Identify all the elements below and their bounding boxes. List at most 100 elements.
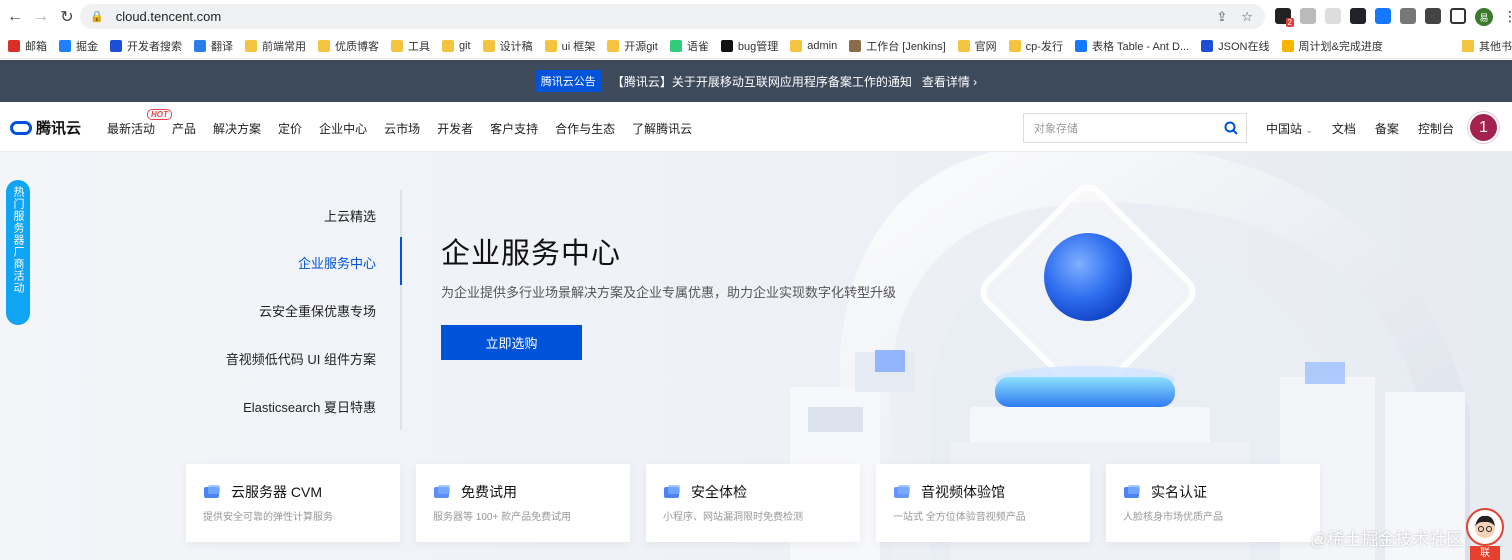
announcement-banner[interactable]: 腾讯云公告 【腾讯云】关于开展移动互联网应用程序备案工作的通知 查看详情 ›: [0, 60, 1512, 102]
bookmark-icon: [720, 39, 733, 52]
bookmark-item[interactable]: 开源git: [607, 38, 658, 54]
search-icon[interactable]: [1216, 121, 1246, 135]
tab-cloud-picks[interactable]: 上云精选: [324, 206, 376, 225]
card-title: 实名认证: [1151, 484, 1207, 500]
nav-menu-item[interactable]: 了解腾讯云: [632, 120, 692, 137]
bookmark-item[interactable]: 掘金: [59, 38, 98, 54]
buy-now-button[interactable]: 立即选购: [441, 325, 582, 360]
kebab-menu-icon[interactable]: ⋮: [1502, 8, 1512, 24]
bookmark-icon: [391, 39, 403, 52]
lock-icon: 🔒: [90, 11, 104, 23]
gift-icon: [433, 485, 451, 500]
tab-elasticsearch[interactable]: Elasticsearch 夏日特惠: [243, 397, 376, 416]
puzzle-icon[interactable]: [1425, 8, 1441, 24]
nav-menu-item[interactable]: 解决方案: [213, 120, 261, 137]
bookmark-item[interactable]: 前端常用: [245, 38, 306, 54]
bookmark-icon: [1008, 39, 1021, 52]
hot-vendor-activity-float[interactable]: 热门服务器厂商活动: [6, 180, 30, 325]
bookmark-item[interactable]: 邮箱: [8, 38, 47, 54]
tab-cloud-security[interactable]: 云安全重保优惠专场: [259, 301, 376, 320]
forward-button[interactable]: →: [28, 4, 54, 30]
browser-toolbar: ← → ↻ 🔒 cloud.tencent.com ⇪ ☆ 2 易 ⋮: [0, 0, 1512, 33]
bookmark-item[interactable]: cp-发行: [1008, 38, 1063, 54]
bookmark-item[interactable]: 工作台 [Jenkins]: [849, 38, 946, 54]
main-menu: 最新活动 HOT 产品 解决方案 定价 企业中心 云市场 开发者 客户支持 合作与生态 了解腾讯云: [107, 109, 709, 137]
tab-enterprise-service-center[interactable]: 企业服务中心: [298, 253, 376, 272]
nav-menu-label: 定价: [278, 122, 303, 136]
bookmark-item[interactable]: 语雀: [669, 38, 709, 54]
bookmark-item[interactable]: admin: [790, 39, 837, 52]
bookmark-item[interactable]: 表格 Table - Ant D...: [1074, 38, 1189, 54]
tab-av-low-code[interactable]: 音视频低代码 UI 组件方案: [226, 349, 376, 368]
bookmark-item[interactable]: 设计稿: [482, 38, 533, 54]
bookmark-label: 设计稿: [499, 40, 533, 53]
qr-icon[interactable]: [1400, 8, 1416, 24]
nav-menu-item[interactable]: 定价: [278, 120, 302, 137]
docs-link[interactable]: 文档: [1332, 120, 1356, 137]
other-bookmarks[interactable]: 其他书: [1456, 33, 1512, 58]
chat-widget[interactable]: 联: [1466, 508, 1506, 560]
search-input[interactable]: 对象存储: [1034, 120, 1216, 136]
bookmark-item[interactable]: 开发者搜索: [110, 38, 182, 54]
quick-entry-cards: 云服务器 CVM 提供安全可靠的弹性计算服务 免费试用 服务器等 100+ 款产品免费…: [186, 464, 1320, 542]
hero-title: 企业服务中心: [441, 238, 622, 270]
bookmark-item[interactable]: 周计划&完成进度: [1281, 38, 1383, 54]
cloud-logo-icon: [10, 120, 32, 135]
tencent-cloud-logo[interactable]: 腾讯云: [10, 117, 81, 138]
reload-button[interactable]: ↻: [54, 4, 80, 30]
sidebar-icon[interactable]: [1450, 8, 1466, 24]
nav-menu-label: 云市场: [384, 122, 421, 136]
nav-menu-item[interactable]: 开发者: [437, 120, 473, 137]
bookmark-item[interactable]: 优质博客: [318, 38, 379, 54]
bookmark-item[interactable]: 官网: [957, 38, 997, 54]
bookmark-label: 语雀: [686, 40, 709, 53]
star-icon[interactable]: ☆: [1241, 9, 1253, 25]
filing-link[interactable]: 备案: [1375, 120, 1399, 137]
bookmark-item[interactable]: git: [442, 39, 471, 52]
cloud-icon: [893, 485, 911, 500]
nav-menu-item[interactable]: 客户支持: [490, 120, 538, 137]
bookmark-item[interactable]: 工具: [391, 38, 430, 54]
bookmark-item[interactable]: bug管理: [720, 38, 778, 54]
announcement-text[interactable]: 【腾讯云】关于开展移动互联网应用程序备案工作的通知: [612, 73, 912, 90]
nav-menu-item[interactable]: 最新活动 HOT: [107, 109, 172, 137]
nav-menu-label: 产品: [172, 122, 197, 136]
announcement-more-link[interactable]: 查看详情 ›: [922, 73, 977, 90]
nav-menu-item[interactable]: 云市场: [384, 120, 420, 137]
quick-entry-card[interactable]: 音视频体验馆 一站式 全方位体验音视频产品: [876, 464, 1090, 542]
vue-devtools-icon[interactable]: [1300, 8, 1316, 24]
card-description: 小程序、网站漏洞限时免费检测: [663, 512, 803, 523]
address-bar[interactable]: 🔒 cloud.tencent.com ⇪ ☆: [80, 4, 1265, 29]
back-button[interactable]: ←: [2, 4, 28, 30]
extension-badge: 2: [1285, 18, 1294, 27]
card-title: 免费试用: [461, 484, 517, 500]
extension-icon[interactable]: 2: [1275, 8, 1294, 27]
console-link[interactable]: 控制台: [1418, 120, 1454, 137]
other-bookmarks-label: 其他书: [1479, 41, 1512, 53]
react-devtools-icon[interactable]: [1350, 8, 1366, 24]
quick-entry-card[interactable]: 安全体检 小程序、网站漏洞限时免费检测: [646, 464, 860, 542]
filter-icon[interactable]: [1325, 8, 1341, 24]
bookmark-label: 周计划&完成进度: [1298, 40, 1383, 53]
region-label: 中国站: [1266, 122, 1303, 136]
quick-entry-card[interactable]: 实名认证 人脸核身市场优质产品: [1106, 464, 1320, 542]
region-select[interactable]: 中国站 ⌄: [1266, 120, 1313, 137]
bookmark-icon: [1074, 39, 1087, 52]
profile-avatar[interactable]: 易: [1475, 8, 1493, 26]
bookmark-item[interactable]: JSON在线: [1201, 38, 1270, 54]
announcement-tag: 腾讯云公告: [534, 70, 602, 92]
bookmark-label: 开源git: [624, 40, 658, 53]
nav-menu-item[interactable]: 合作与生态: [555, 120, 615, 137]
nav-menu-item[interactable]: 企业中心: [319, 120, 367, 137]
quick-entry-card[interactable]: 免费试用 服务器等 100+ 款产品免费试用: [416, 464, 630, 542]
user-avatar[interactable]: 1: [1468, 112, 1499, 143]
bookmark-item[interactable]: ui 框架: [544, 38, 595, 54]
quick-entry-card[interactable]: 云服务器 CVM 提供安全可靠的弹性计算服务: [186, 464, 400, 542]
bookmark-item[interactable]: 翻译: [194, 38, 233, 54]
share-icon[interactable]: ⇪: [1216, 9, 1227, 25]
extension-blue-icon[interactable]: [1375, 8, 1391, 24]
bookmark-label: git: [459, 39, 471, 52]
search-box[interactable]: 对象存储: [1023, 113, 1247, 143]
nav-menu-item[interactable]: 产品: [172, 120, 196, 137]
arrow-right-icon: →: [33, 7, 49, 25]
